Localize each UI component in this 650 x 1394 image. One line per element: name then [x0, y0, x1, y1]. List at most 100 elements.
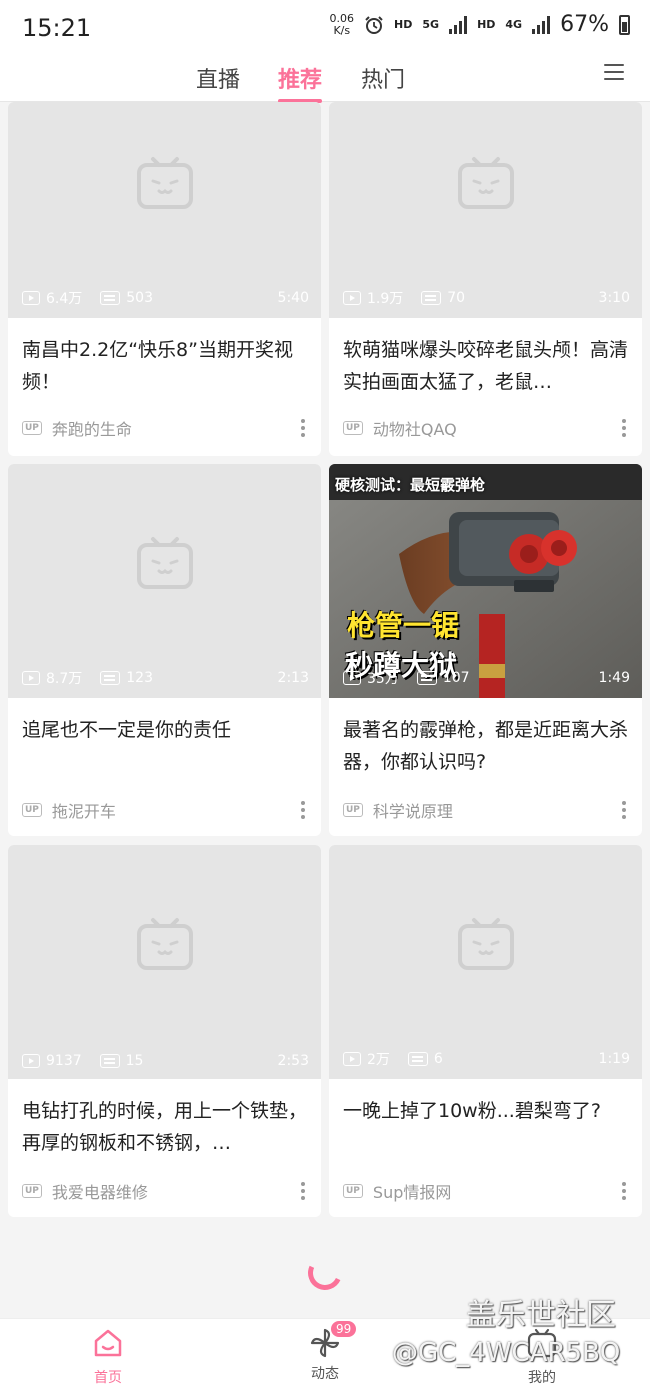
more-options-icon[interactable]	[622, 801, 632, 819]
video-duration: 2:13	[277, 670, 309, 686]
hd-label-1: HD	[394, 18, 413, 31]
more-options-icon[interactable]	[622, 1182, 632, 1200]
tab-live[interactable]: 直播	[196, 62, 240, 94]
video-title[interactable]: 南昌中2.2亿“快乐8”当期开奖视频！	[22, 334, 309, 398]
notification-badge: 99	[331, 1321, 357, 1337]
bilibili-tv-icon	[458, 918, 514, 970]
uploader-row: UP 动物社QAQ	[343, 416, 632, 440]
network-type-1: 5G	[422, 18, 440, 31]
bilibili-tv-icon	[137, 537, 193, 589]
status-time: 15:21	[22, 14, 92, 42]
view-count: 2万	[367, 1052, 390, 1068]
play-count-icon	[343, 291, 361, 305]
nav-dynamic-label: 动态	[311, 1366, 339, 1382]
uploader-name[interactable]: 奔跑的生命	[52, 416, 132, 440]
video-stats: 8.7万 123 2:13	[22, 668, 309, 688]
network-speed: 0.06 K/s	[329, 11, 355, 37]
alarm-icon	[365, 15, 383, 34]
uploader-name[interactable]: 我爱电器维修	[52, 1179, 148, 1203]
more-options-icon[interactable]	[622, 419, 632, 437]
bilibili-tv-icon	[137, 157, 193, 209]
video-title[interactable]: 一晚上掉了10w粉...碧梨弯了?	[343, 1095, 630, 1159]
view-count: 35万	[367, 671, 399, 687]
danmaku-count: 70	[447, 290, 466, 306]
video-stats: 1.9万 70 3:10	[343, 288, 630, 308]
video-duration: 3:10	[598, 290, 630, 306]
danmaku-icon	[100, 671, 121, 685]
up-badge: UP	[22, 803, 42, 817]
danmaku-count: 107	[442, 670, 470, 686]
video-title[interactable]: 电钻打孔的时候，用上一个铁垫，再厚的钢板和不锈钢，…	[22, 1095, 309, 1159]
danmaku-count: 15	[125, 1053, 144, 1069]
bilibili-tv-icon	[137, 918, 193, 970]
video-card[interactable]: 2万 6 1:19 一晚上掉了10w粉...碧梨弯了? UP Sup情报网	[329, 845, 642, 1217]
video-thumbnail[interactable]: 1.9万 70 3:10	[329, 102, 642, 318]
nav-home-label: 首页	[94, 1370, 122, 1386]
video-title[interactable]: 追尾也不一定是你的责任	[22, 714, 309, 778]
video-card[interactable]: 6.4万 503 5:40 南昌中2.2亿“快乐8”当期开奖视频！ UP 奔跑的…	[8, 102, 321, 456]
video-title[interactable]: 软萌猫咪爆头咬碎老鼠头颅！高清实拍画面太猛了，老鼠…	[343, 334, 630, 398]
play-count-icon	[22, 671, 40, 685]
video-card[interactable]: 9137 15 2:53 电钻打孔的时候，用上一个铁垫，再厚的钢板和不锈钢，… …	[8, 845, 321, 1217]
video-thumbnail[interactable]: 2万 6 1:19	[329, 845, 642, 1079]
more-options-icon[interactable]	[301, 801, 311, 819]
nav-dynamic[interactable]: 99 动态	[285, 1321, 365, 1383]
up-badge: UP	[343, 421, 363, 435]
video-duration: 1:19	[598, 1051, 630, 1067]
status-bar: 15:21 0.06 K/s HD 5G HD 4G 67%	[0, 0, 650, 56]
battery-percent: 67%	[560, 12, 609, 37]
video-title[interactable]: 最著名的霰弹枪，都是近距离大杀器，你都认识吗?	[343, 714, 630, 778]
view-count: 1.9万	[367, 291, 404, 307]
uploader-row: UP 拖泥开车	[22, 798, 311, 822]
battery-icon	[619, 14, 630, 35]
video-card[interactable]: 硬核测试：最短霰弹枪 枪管一锯 秒蹲大狱 35万 107 1:49 最著名的霰弹…	[329, 464, 642, 836]
signal-icon	[532, 15, 551, 34]
hd-label-2: HD	[477, 18, 496, 31]
more-options-icon[interactable]	[301, 1182, 311, 1200]
danmaku-icon	[99, 1054, 120, 1068]
video-thumbnail[interactable]: 9137 15 2:53	[8, 845, 321, 1079]
uploader-row: UP 奔跑的生命	[22, 416, 311, 440]
video-stats: 2万 6 1:19	[343, 1049, 630, 1069]
uploader-name[interactable]: 拖泥开车	[52, 798, 116, 822]
up-badge: UP	[22, 1184, 42, 1198]
loading-spinner-icon	[303, 1251, 347, 1295]
view-count: 8.7万	[46, 671, 83, 687]
video-thumbnail[interactable]: 硬核测试：最短霰弹枪 枪管一锯 秒蹲大狱 35万 107 1:49	[329, 464, 642, 698]
uploader-name[interactable]: 科学说原理	[373, 798, 453, 822]
danmaku-count: 503	[126, 290, 153, 306]
uploader-name[interactable]: 动物社QAQ	[373, 416, 457, 440]
tab-recommend[interactable]: 推荐	[278, 62, 323, 103]
up-badge: UP	[343, 1184, 363, 1198]
video-card[interactable]: 8.7万 123 2:13 追尾也不一定是你的责任 UP 拖泥开车	[8, 464, 321, 836]
watermark-text: 盖乐世社区	[466, 1298, 616, 1333]
uploader-row: UP 我爱电器维修	[22, 1179, 311, 1203]
uploader-row: UP Sup情报网	[343, 1179, 632, 1203]
play-count-icon	[343, 671, 361, 685]
nav-home[interactable]: 首页	[68, 1327, 148, 1387]
danmaku-icon	[407, 1052, 428, 1066]
tab-hot[interactable]: 热门	[361, 62, 405, 94]
play-count-icon	[22, 291, 40, 305]
danmaku-icon	[421, 291, 442, 305]
video-thumbnail[interactable]: 8.7万 123 2:13	[8, 464, 321, 698]
play-count-icon	[22, 1054, 40, 1068]
nav-mine-label: 我的	[528, 1370, 556, 1386]
danmaku-count: 123	[126, 670, 153, 686]
video-stats: 9137 15 2:53	[22, 1053, 309, 1069]
video-thumbnail[interactable]: 6.4万 503 5:40	[8, 102, 321, 318]
view-count: 9137	[46, 1053, 82, 1069]
video-card[interactable]: 1.9万 70 3:10 软萌猫咪爆头咬碎老鼠头颅！高清实拍画面太猛了，老鼠… …	[329, 102, 642, 456]
menu-icon[interactable]	[604, 64, 624, 82]
danmaku-count: 6	[433, 1051, 443, 1067]
status-icons: 0.06 K/s HD 5G HD 4G 67%	[330, 12, 630, 37]
video-duration: 1:49	[598, 670, 630, 686]
video-stats: 35万 107 1:49	[343, 668, 630, 688]
uploader-name[interactable]: Sup情报网	[373, 1179, 451, 1203]
bilibili-tv-icon	[458, 157, 514, 209]
network-type-2: 4G	[505, 18, 523, 31]
play-count-icon	[343, 1052, 361, 1066]
more-options-icon[interactable]	[301, 419, 311, 437]
up-badge: UP	[343, 803, 363, 817]
thumbnail-caption: 硬核测试：最短霰弹枪	[335, 476, 486, 494]
